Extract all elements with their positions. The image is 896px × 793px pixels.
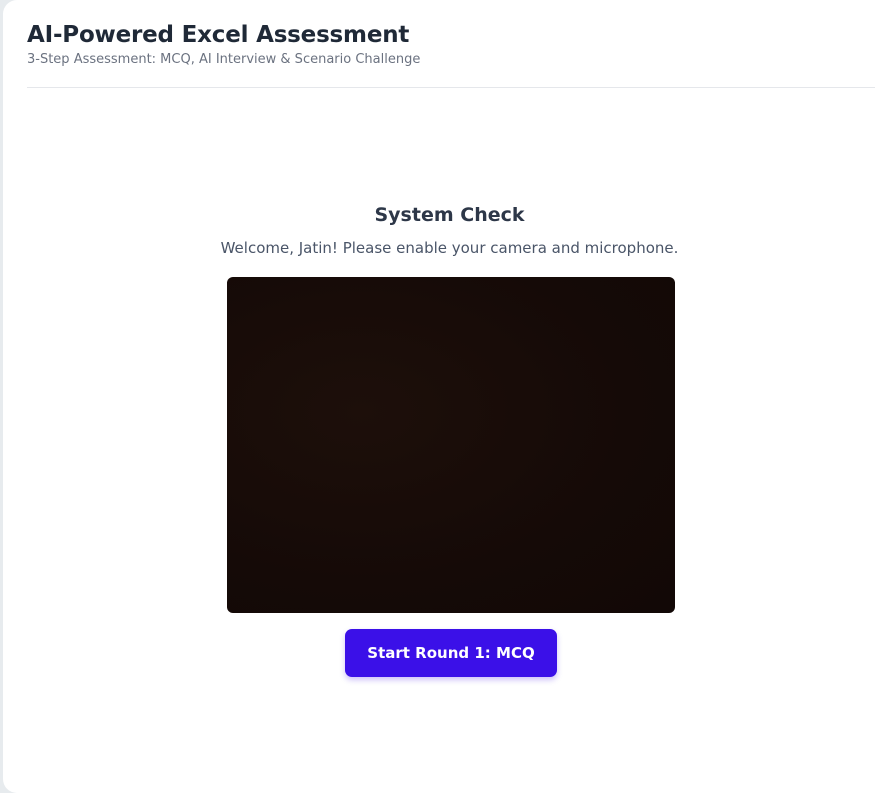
system-check-panel: System Check Welcome, Jatin! Please enab… (3, 198, 896, 677)
page-subtitle: 3-Step Assessment: MCQ, AI Interview & S… (27, 52, 421, 67)
welcome-message: Welcome, Jatin! Please enable your camer… (220, 239, 679, 257)
start-round-button[interactable]: Start Round 1: MCQ (345, 629, 557, 677)
assessment-card: AI-Powered Excel Assessment 3-Step Asses… (3, 0, 896, 793)
page-title: AI-Powered Excel Assessment (27, 22, 410, 48)
system-check-title: System Check (374, 204, 525, 226)
page-header: AI-Powered Excel Assessment 3-Step Asses… (27, 20, 875, 88)
camera-preview (227, 277, 675, 613)
